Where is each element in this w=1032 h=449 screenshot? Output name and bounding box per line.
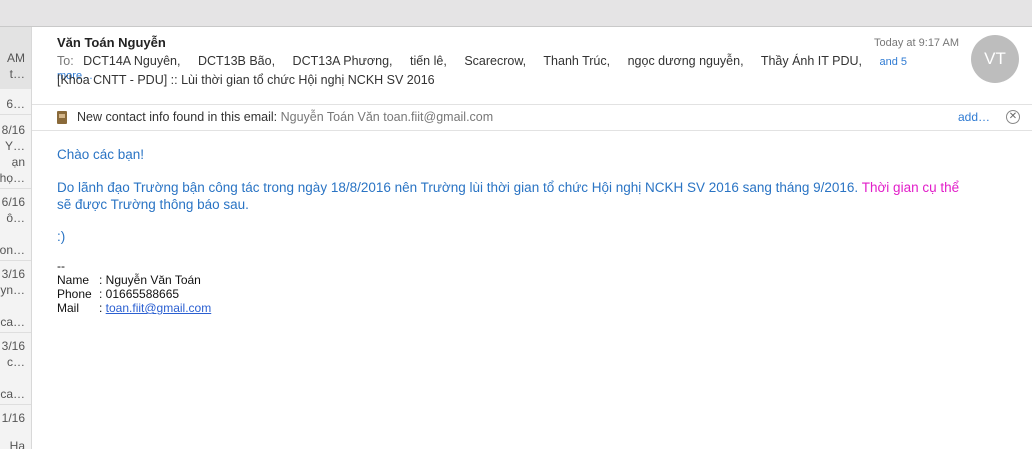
list-item-text: họ… <box>0 171 25 185</box>
recipient[interactable]: DCT13B Bão, <box>198 54 275 68</box>
to-label: To: <box>57 54 74 68</box>
greeting: Chào các bạn! <box>57 147 145 162</box>
contact-banner-text: New contact info found in this email: Ng… <box>77 110 493 124</box>
smiley-text: :) <box>57 229 66 244</box>
list-item-date: 3/16 <box>1 267 25 281</box>
signature-label: Name <box>57 273 90 287</box>
contact-banner-label: New contact info found in this email: <box>77 110 278 124</box>
close-icon[interactable]: ✕ <box>1006 110 1020 124</box>
message-time: Today at 9:17 AM <box>874 37 959 49</box>
list-item-time: AM <box>7 51 25 65</box>
list-separator <box>0 260 31 261</box>
list-item-text: yn… <box>0 283 25 297</box>
list-separator <box>0 114 31 115</box>
signature-label: Mail <box>57 301 80 315</box>
message-header: Văn Toán Nguyễn Today at 9:17 AM VT To: … <box>32 27 1032 103</box>
window-toolbar <box>0 0 1032 27</box>
recipient[interactable]: ngọc dương nguyễn, <box>628 54 744 68</box>
signature: -- Name : Nguyễn Văn Toán Phone : 01665588… <box>57 259 1027 315</box>
list-item-text: ô… <box>6 211 25 225</box>
list-item-date: 3/16 <box>1 339 25 353</box>
body-paragraph-text: Do lãnh đạo Trường bận công tác trong ng… <box>57 180 859 195</box>
list-item-text: t… <box>9 67 25 81</box>
list-separator <box>0 404 31 405</box>
recipient[interactable]: DCT14A Nguyên, <box>83 54 180 68</box>
message-subject: [Khoa CNTT - PDU] :: Lùi thời gian tổ ch… <box>57 73 435 87</box>
list-separator <box>0 332 31 333</box>
signature-dashes: -- <box>57 259 65 273</box>
recipient[interactable]: DCT13A Phương, <box>293 54 393 68</box>
email-link[interactable]: toan.fiit@gmail.com <box>106 301 212 315</box>
recipient[interactable]: tiến lê, <box>410 54 447 68</box>
list-item-text: ạn <box>11 155 25 169</box>
list-item-text: ca… <box>0 315 25 329</box>
list-separator <box>0 188 31 189</box>
signature-value: : 01665588665 <box>99 287 180 301</box>
list-item-text: 6… <box>6 97 25 111</box>
avatar: VT <box>971 35 1019 83</box>
recipient[interactable]: Thầy Ánh IT PDU, <box>761 54 862 68</box>
add-contact-button[interactable]: add… <box>958 110 990 124</box>
recipient[interactable]: Thanh Trúc, <box>543 54 610 68</box>
signature-name-row: Name : Nguyễn Văn Toán <box>57 273 1027 287</box>
signature-mail-row: Mail: toan.fiit@gmail.com <box>57 301 1027 315</box>
contact-card-icon <box>57 111 67 124</box>
list-item-text: c… <box>7 355 25 369</box>
list-item-text: ca… <box>0 387 25 401</box>
body-paragraph: Do lãnh đạo Trường bận công tác trong ng… <box>57 179 1027 213</box>
body-paragraph-text: sẽ được Trường thông báo sau. <box>57 197 249 212</box>
contact-banner-detail: Nguyễn Toán Văn toan.fiit@gmail.com <box>280 110 494 124</box>
message-list-pane[interactable]: AM t… 6… 8/16 Y… ạn họ… 6/16 ô… on… 3/16… <box>0 27 32 449</box>
message-body: Chào các bạn! Do lãnh đạo Trường bận côn… <box>57 146 1027 315</box>
list-item-date: 8/16 <box>1 123 25 137</box>
list-item-text: Y… <box>4 139 25 153</box>
signature-label: Phone <box>57 287 92 301</box>
list-item-date: 6/16 <box>1 195 25 209</box>
list-item-date: 1/16 <box>1 411 25 425</box>
body-highlight-text: Thời gian cụ thể <box>861 180 960 195</box>
signature-phone-row: Phone : 01665588665 <box>57 287 1027 301</box>
sender-name[interactable]: Văn Toán Nguyễn <box>57 35 166 50</box>
signature-colon: : <box>99 301 106 315</box>
signature-value: : Nguyễn Văn Toán <box>99 273 201 287</box>
list-item-text: on… <box>0 243 25 257</box>
list-item-text: Ha <box>9 439 25 449</box>
contact-info-banner: New contact info found in this email: Ng… <box>32 104 1032 131</box>
recipient[interactable]: Scarecrow, <box>464 54 526 68</box>
